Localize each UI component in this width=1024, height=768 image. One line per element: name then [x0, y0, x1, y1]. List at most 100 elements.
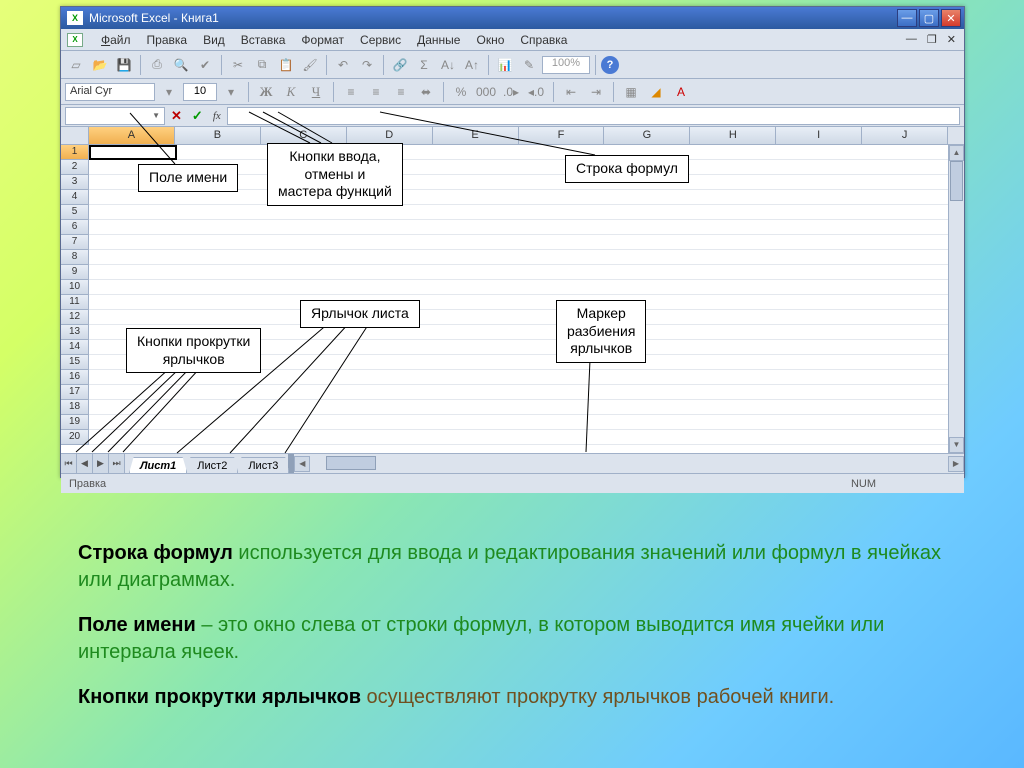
- menu-edit[interactable]: Правка: [139, 30, 196, 50]
- col-header-b[interactable]: B: [175, 127, 261, 145]
- borders-icon[interactable]: ▦: [620, 81, 642, 103]
- col-header-i[interactable]: I: [776, 127, 862, 145]
- sort-desc-icon[interactable]: A↑: [461, 54, 483, 76]
- col-header-g[interactable]: G: [604, 127, 690, 145]
- row-header[interactable]: 6: [61, 220, 89, 235]
- menu-help[interactable]: Справка: [512, 30, 575, 50]
- sheet-tab-3[interactable]: Лист3: [237, 457, 289, 473]
- row-cells[interactable]: [89, 190, 948, 205]
- font-size-select[interactable]: 10: [183, 83, 217, 101]
- increase-decimal-icon[interactable]: .0▸: [500, 81, 522, 103]
- print-icon[interactable]: ⎙: [146, 54, 168, 76]
- doc-close-button[interactable]: ✕: [945, 31, 958, 48]
- merge-center-icon[interactable]: ⬌: [415, 81, 437, 103]
- cancel-button[interactable]: ✕: [167, 108, 186, 124]
- minimize-button[interactable]: —: [897, 9, 917, 27]
- menu-window[interactable]: Окно: [468, 30, 512, 50]
- redo-icon[interactable]: ↷: [356, 54, 378, 76]
- row-header[interactable]: 8: [61, 250, 89, 265]
- row-header[interactable]: 19: [61, 415, 89, 430]
- col-header-e[interactable]: E: [433, 127, 519, 145]
- hscroll-thumb[interactable]: [326, 456, 376, 470]
- tab-scroll-prev[interactable]: ◀: [77, 454, 93, 473]
- scroll-thumb[interactable]: [950, 161, 963, 201]
- col-header-f[interactable]: F: [519, 127, 605, 145]
- align-center-icon[interactable]: ≡: [365, 81, 387, 103]
- tab-scroll-first[interactable]: ⏮: [61, 454, 77, 473]
- row-header[interactable]: 7: [61, 235, 89, 250]
- row-cells[interactable]: [89, 430, 948, 445]
- row-header[interactable]: 17: [61, 385, 89, 400]
- fx-button[interactable]: fx: [209, 110, 225, 122]
- hyperlink-icon[interactable]: 🔗: [389, 54, 411, 76]
- row-cells[interactable]: [89, 415, 948, 430]
- format-painter-icon[interactable]: 🖌: [299, 54, 321, 76]
- decrease-indent-icon[interactable]: ⇤: [560, 81, 582, 103]
- align-left-icon[interactable]: ≡: [340, 81, 362, 103]
- italic-button[interactable]: К: [280, 81, 302, 103]
- row-cells[interactable]: [89, 205, 948, 220]
- drawing-icon[interactable]: ✎: [518, 54, 540, 76]
- align-right-icon[interactable]: ≡: [390, 81, 412, 103]
- row-header[interactable]: 12: [61, 310, 89, 325]
- sort-asc-icon[interactable]: A↓: [437, 54, 459, 76]
- menu-format[interactable]: Формат: [293, 30, 352, 50]
- row-cells[interactable]: [89, 310, 948, 325]
- percent-icon[interactable]: %: [450, 81, 472, 103]
- size-dropdown-icon[interactable]: ▾: [220, 81, 242, 103]
- row-cells[interactable]: [89, 220, 948, 235]
- fill-color-icon[interactable]: ◢: [645, 81, 667, 103]
- formula-input[interactable]: [227, 107, 960, 125]
- zoom-select[interactable]: 100%: [542, 56, 590, 74]
- row-header[interactable]: 14: [61, 340, 89, 355]
- dropdown-icon[interactable]: ▼: [152, 111, 160, 120]
- maximize-button[interactable]: ▢: [919, 9, 939, 27]
- sheet-tab-2[interactable]: Лист2: [186, 457, 238, 473]
- paste-icon[interactable]: 📋: [275, 54, 297, 76]
- tab-scroll-last[interactable]: ⏭: [109, 454, 125, 473]
- row-header[interactable]: 11: [61, 295, 89, 310]
- decrease-decimal-icon[interactable]: ◂.0: [525, 81, 547, 103]
- save-icon[interactable]: 💾: [113, 54, 135, 76]
- vertical-scrollbar[interactable]: ▲ ▼: [948, 145, 964, 453]
- row-cells[interactable]: [89, 280, 948, 295]
- active-cell[interactable]: [89, 145, 177, 160]
- doc-minimize-button[interactable]: —: [904, 31, 919, 48]
- row-cells[interactable]: [89, 400, 948, 415]
- row-header[interactable]: 5: [61, 205, 89, 220]
- preview-icon[interactable]: 🔍: [170, 54, 192, 76]
- horizontal-scrollbar[interactable]: ◀ ▶: [294, 454, 964, 473]
- scroll-left-icon[interactable]: ◀: [294, 456, 310, 472]
- tab-scroll-next[interactable]: ▶: [93, 454, 109, 473]
- increase-indent-icon[interactable]: ⇥: [585, 81, 607, 103]
- copy-icon[interactable]: ⧉: [251, 54, 273, 76]
- row-header[interactable]: 18: [61, 400, 89, 415]
- font-dropdown-icon[interactable]: ▾: [158, 81, 180, 103]
- menu-file[interactable]: Файл: [93, 30, 139, 50]
- select-all-corner[interactable]: [61, 127, 89, 145]
- underline-button[interactable]: Ч: [305, 81, 327, 103]
- doc-restore-button[interactable]: ❐: [925, 31, 939, 48]
- row-header[interactable]: 3: [61, 175, 89, 190]
- row-header[interactable]: 4: [61, 190, 89, 205]
- row-cells[interactable]: [89, 235, 948, 250]
- col-header-h[interactable]: H: [690, 127, 776, 145]
- menu-insert[interactable]: Вставка: [233, 30, 294, 50]
- row-header[interactable]: 20: [61, 430, 89, 445]
- open-icon[interactable]: 📂: [89, 54, 111, 76]
- autosum-icon[interactable]: Σ: [413, 54, 435, 76]
- row-header[interactable]: 16: [61, 370, 89, 385]
- sheet-tab-1[interactable]: Лист1: [129, 457, 187, 473]
- close-button[interactable]: ✕: [941, 9, 961, 27]
- scroll-down-icon[interactable]: ▼: [949, 437, 964, 453]
- row-header[interactable]: 2: [61, 160, 89, 175]
- font-select[interactable]: Arial Cyr: [65, 83, 155, 101]
- col-header-j[interactable]: J: [862, 127, 948, 145]
- row-cells[interactable]: [89, 265, 948, 280]
- row-cells[interactable]: [89, 250, 948, 265]
- row-cells[interactable]: [89, 145, 948, 160]
- spellcheck-icon[interactable]: ✔: [194, 54, 216, 76]
- bold-button[interactable]: Ж: [255, 81, 277, 103]
- menu-view[interactable]: Вид: [195, 30, 233, 50]
- col-header-a[interactable]: A: [89, 127, 175, 145]
